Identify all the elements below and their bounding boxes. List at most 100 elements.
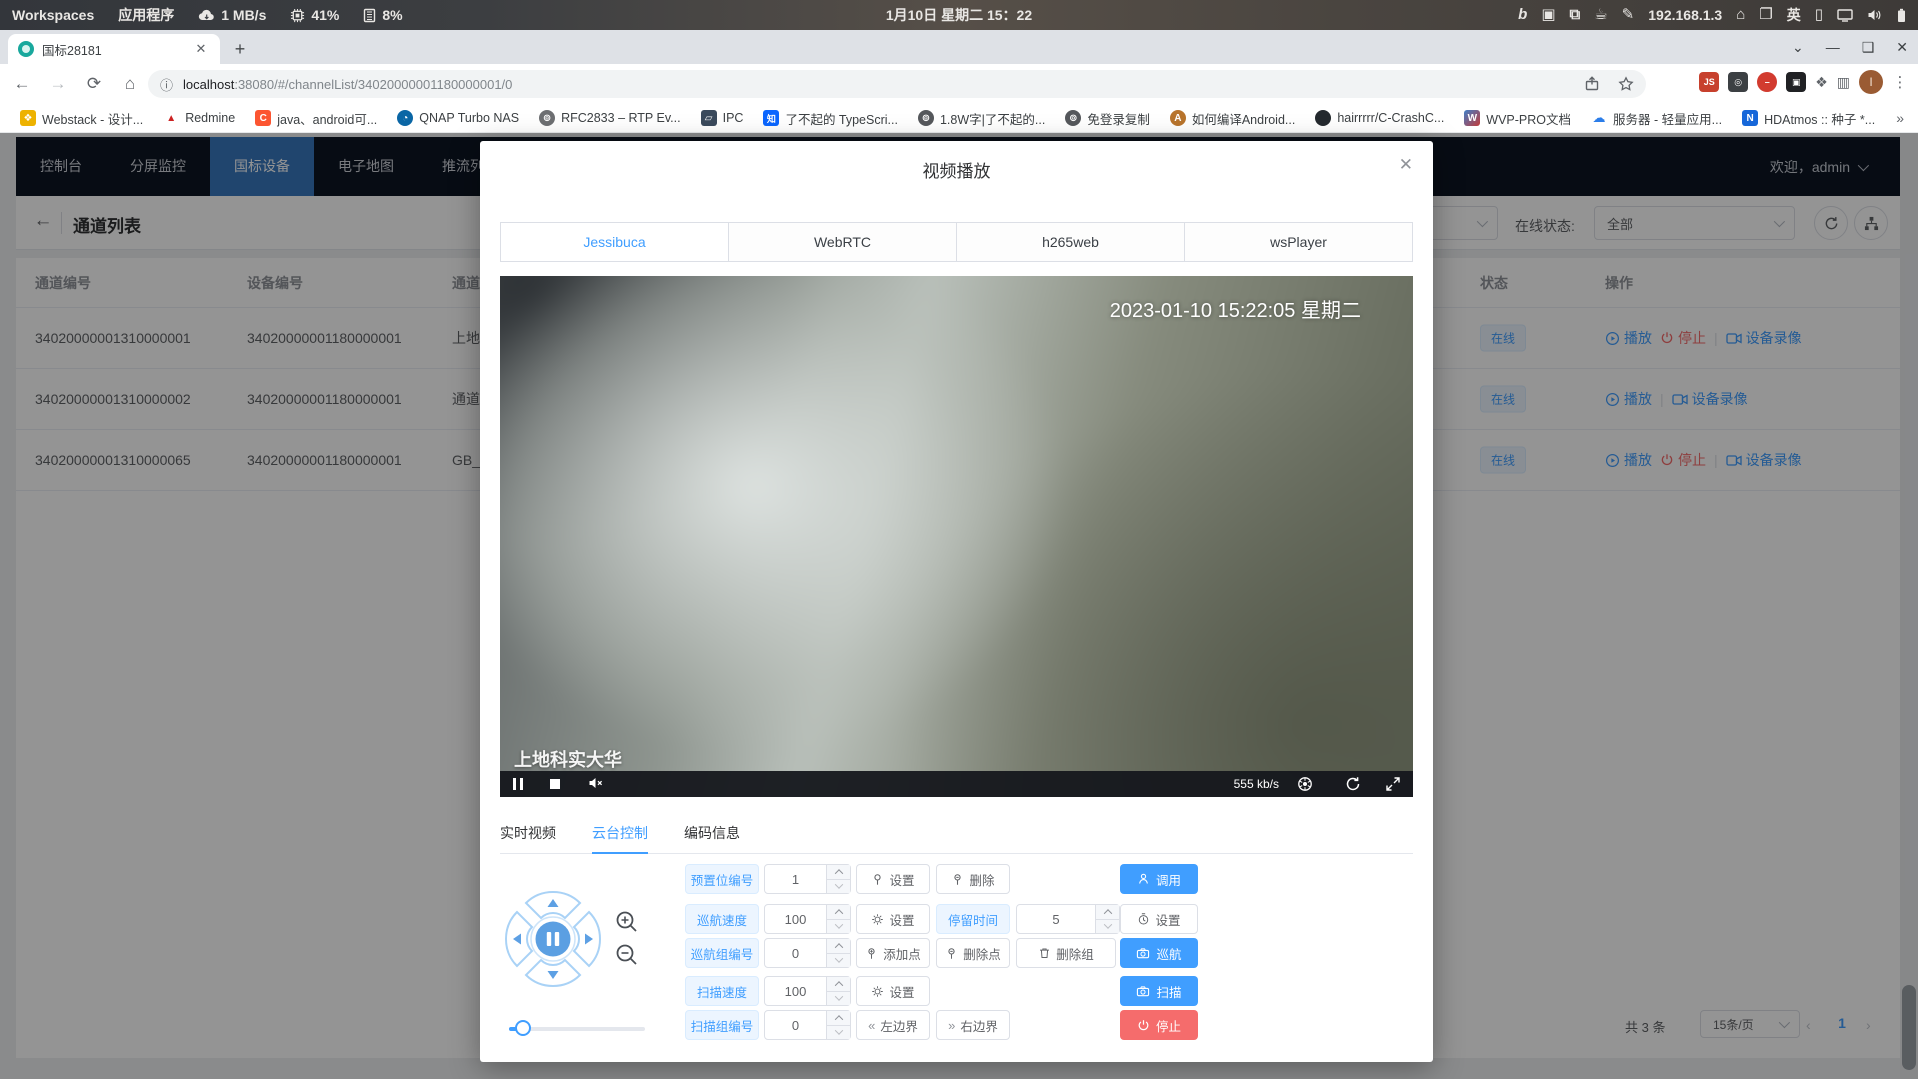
scan-start-button[interactable]: 扫描 [1120, 976, 1198, 1006]
volume-icon[interactable] [1867, 8, 1883, 22]
reload-stream-icon[interactable] [1345, 776, 1361, 792]
tool-tray-icon[interactable]: ✎ [1622, 0, 1635, 30]
number-stepper[interactable] [826, 865, 850, 893]
bookmark-android-build[interactable]: A如何编译Android... [1160, 109, 1306, 128]
bing-tray-icon[interactable]: b [1518, 0, 1527, 30]
stepper-up-icon[interactable] [827, 865, 850, 880]
delete-group-button[interactable]: 删除组 [1016, 938, 1116, 968]
tab-h265web[interactable]: h265web [957, 223, 1185, 261]
battery-icon[interactable] [1897, 8, 1906, 23]
fullscreen-icon[interactable] [1385, 776, 1401, 792]
scan-speed-input[interactable]: 100 [764, 976, 851, 1006]
bookmarks-overflow-icon[interactable]: » [1896, 110, 1904, 126]
new-tab-button[interactable]: + [228, 37, 252, 61]
reload-button[interactable]: ⟳ [80, 70, 108, 98]
window-maximize-button[interactable]: ❑ [1862, 39, 1875, 56]
site-info-icon[interactable]: ⓘ [160, 75, 173, 94]
cruise-group-input[interactable]: 0 [764, 938, 851, 968]
ptz-speed-slider[interactable] [509, 1027, 645, 1031]
tab-wsplayer[interactable]: wsPlayer [1185, 223, 1412, 261]
pause-icon[interactable] [513, 778, 523, 790]
ptz-stop-button[interactable]: 停止 [1120, 1010, 1198, 1040]
ptz-right-button[interactable] [574, 912, 600, 966]
input-method-indicator[interactable]: 英 [1787, 5, 1801, 25]
bookmark-csdn[interactable]: Cjava、android可... [245, 109, 387, 128]
window-close-button[interactable]: ✕ [1896, 39, 1908, 56]
address-bar[interactable]: ⓘ localhost:38080/#/channelList/34020000… [148, 70, 1646, 98]
scan-group-input[interactable]: 0 [764, 1010, 851, 1040]
bookmark-article1[interactable]: ⊚1.8W字|了不起的... [908, 109, 1055, 128]
browser-tab-active[interactable]: 国标28181 ✕ [8, 34, 220, 64]
bookmark-webstack[interactable]: ❖Webstack - 设计... [10, 109, 153, 128]
stepper-down-icon[interactable] [827, 880, 850, 894]
tab-search-chevron-icon[interactable]: ⌄ [1792, 39, 1804, 56]
stay-time-set-button[interactable]: 设置 [1120, 904, 1198, 934]
right-boundary-button[interactable]: » 右边界 [936, 1010, 1010, 1040]
preset-number-input[interactable]: 1 [764, 864, 851, 894]
extension-badge-dark[interactable]: ◎ [1728, 72, 1748, 92]
ptz-down-button[interactable] [526, 960, 580, 986]
bookmark-ipc-folder[interactable]: ▱IPC [691, 110, 754, 126]
zoom-in-button[interactable] [615, 910, 639, 934]
stay-time-input[interactable]: 5 [1016, 904, 1120, 934]
workspaces-button[interactable]: Workspaces [0, 0, 106, 30]
clipboard-tray-icon[interactable]: ⧉ [1570, 0, 1581, 30]
ptz-up-button[interactable] [526, 892, 580, 918]
add-point-button[interactable]: 添加点 [856, 938, 930, 968]
applications-menu[interactable]: 应用程序 [106, 0, 186, 30]
extension-adblock-badge[interactable]: – [1757, 72, 1777, 92]
volume-muted-icon[interactable] [588, 776, 604, 790]
preset-call-button[interactable]: 调用 [1120, 864, 1198, 894]
bookmark-star-icon[interactable] [1618, 76, 1634, 92]
extensions-puzzle-icon[interactable]: ❖ [1815, 74, 1828, 91]
video-player[interactable]: 2023-01-10 15:22:05 星期二 上地科实大华 555 kb/s [500, 276, 1413, 797]
bookmark-github[interactable]: hairrrrr/C-CrashC... [1305, 110, 1454, 126]
tab-ptz-control[interactable]: 云台控制 [592, 815, 648, 854]
number-stepper[interactable] [826, 1011, 850, 1039]
browser-menu-icon[interactable]: ⋮ [1892, 73, 1908, 91]
ptz-left-button[interactable] [506, 912, 532, 966]
bookmark-rfc2833[interactable]: ⊚RFC2833 – RTP Ev... [529, 110, 691, 126]
number-stepper[interactable] [826, 939, 850, 967]
delete-point-button[interactable]: 删除点 [936, 938, 1010, 968]
left-boundary-button[interactable]: « 左边界 [856, 1010, 930, 1040]
cruise-speed-set-button[interactable]: 设置 [856, 904, 930, 934]
bookmark-tencent-cloud[interactable]: ☁服务器 - 轻量应用... [1581, 109, 1732, 128]
stepper-up-icon[interactable] [827, 977, 850, 992]
forward-button[interactable]: → [44, 70, 72, 98]
tab-webrtc[interactable]: WebRTC [729, 223, 957, 261]
number-stepper[interactable] [826, 905, 850, 933]
ptz-direction-pad[interactable] [503, 889, 603, 989]
stepper-down-icon[interactable] [827, 954, 850, 968]
ptz-center-pause-button[interactable] [536, 922, 571, 957]
scan-speed-set-button[interactable]: 设置 [856, 976, 930, 1006]
windows-tray-icon[interactable]: ❐ [1759, 0, 1772, 30]
number-stepper[interactable] [1095, 905, 1119, 933]
number-stepper[interactable] [826, 977, 850, 1005]
cruise-start-button[interactable]: 巡航 [1120, 938, 1198, 968]
bookmark-copy-tool[interactable]: ⊚免登录复制 [1055, 109, 1160, 128]
cruise-speed-input[interactable]: 100 [764, 904, 851, 934]
caffeine-tray-icon[interactable]: ☕ [1594, 0, 1607, 30]
back-button[interactable]: ← [8, 70, 36, 98]
stepper-down-icon[interactable] [1096, 920, 1119, 934]
home-tray-icon[interactable]: ⌂ [1736, 0, 1745, 30]
ip-address-indicator[interactable]: 192.168.1.3 [1648, 7, 1722, 23]
tab-encoding-info[interactable]: 编码信息 [684, 815, 740, 854]
tab-live-video[interactable]: 实时视频 [500, 815, 556, 854]
stepper-up-icon[interactable] [827, 939, 850, 954]
tablet-tray-icon[interactable]: ▯ [1815, 0, 1823, 30]
window-minimize-button[interactable]: — [1826, 39, 1840, 55]
dialog-close-icon[interactable]: ✕ [1399, 155, 1413, 175]
stepper-down-icon[interactable] [827, 1026, 850, 1040]
bookmark-hdatmos[interactable]: NHDAtmos :: 种子 *... [1732, 109, 1885, 128]
stepper-down-icon[interactable] [827, 920, 850, 934]
stepper-up-icon[interactable] [1096, 905, 1119, 920]
stepper-up-icon[interactable] [827, 1011, 850, 1026]
zoom-out-button[interactable] [615, 943, 639, 967]
profile-avatar[interactable]: I [1859, 70, 1883, 94]
snapshot-shutter-icon[interactable] [1297, 776, 1313, 792]
bookmark-redmine[interactable]: ▲Redmine [153, 110, 245, 126]
tab-jessibuca[interactable]: Jessibuca [501, 223, 729, 261]
screenshot-tray-icon[interactable]: ▣ [1541, 0, 1555, 30]
